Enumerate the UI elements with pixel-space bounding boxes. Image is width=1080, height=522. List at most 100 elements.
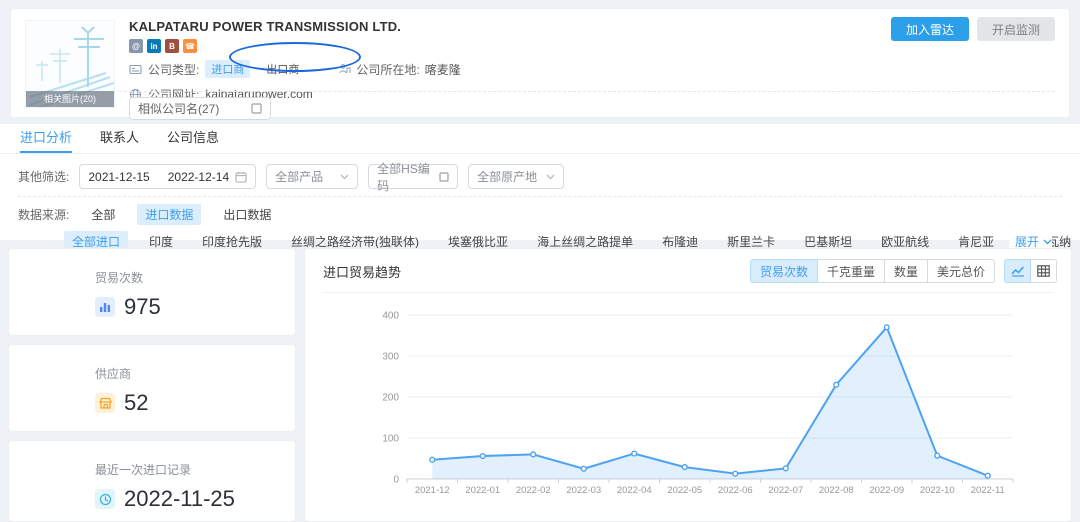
at-icon[interactable]: @ [129,39,143,53]
data-point-2022-10[interactable] [935,453,940,458]
stat-card-trade-count: 贸易次数 975 [8,248,296,336]
svg-text:2022-04: 2022-04 [617,485,652,496]
hs-code-select-value: 全部HS编码 [377,160,433,194]
start-monitor-button[interactable]: 开启监测 [977,17,1055,41]
data-point-2021-12[interactable] [430,457,435,462]
bar-chart-icon [95,297,115,317]
person-building-icon [339,63,351,75]
view-toggle-group [1005,259,1057,283]
company-image[interactable]: 相关图片(20) [25,20,115,108]
data-source-label: 数据来源: [18,206,69,223]
stat-label: 供应商 [95,365,148,382]
window-icon [439,172,449,182]
table-icon [1037,265,1050,277]
svg-text:2022-06: 2022-06 [718,485,753,496]
tab-contacts[interactable]: 联系人 [100,124,139,153]
metric-toggle-group: 贸易次数千克重量数量美元总价 [750,259,995,283]
blog-icon[interactable]: B [165,39,179,53]
data-point-2022-11[interactable] [985,473,990,478]
data-point-2022-09[interactable] [884,325,889,330]
svg-text:400: 400 [382,311,399,322]
related-images-label[interactable]: 相关图片(20) [26,91,114,107]
company-header-card: 相关图片(20) KALPATARU POWER TRANSMISSION LT… [10,8,1070,118]
source-all[interactable]: 全部 [83,204,123,225]
stat-value: 975 [124,294,161,320]
svg-text:2022-11: 2022-11 [971,485,1005,496]
svg-text:2022-09: 2022-09 [869,485,904,496]
source-export-data[interactable]: 出口数据 [215,204,279,225]
chart-title: 进口贸易趋势 [323,262,401,281]
import-trend-card: 进口贸易趋势 贸易次数千克重量数量美元总价 [304,248,1072,522]
company-type-tags: 进口商出口商 [205,60,305,78]
header-divider [119,91,1055,92]
similar-companies-select[interactable]: 相似公司名(27) [129,97,271,120]
header-actions: 加入雷达 开启监测 [891,17,1055,41]
tab-import-analysis[interactable]: 进口分析 [20,124,72,153]
company-type-label: 公司类型: [148,61,199,78]
data-point-2022-02[interactable] [531,452,536,457]
data-point-2022-08[interactable] [834,382,839,387]
data-point-2022-01[interactable] [480,454,485,459]
chart-divider [323,292,1053,293]
trade-trend-chart[interactable]: 01002003004002021-122022-012022-022022-0… [305,295,1071,522]
metric-usd-total[interactable]: 美元总价 [927,259,995,283]
line-chart-icon [1011,265,1025,277]
stat-card-last-import: 最近一次进口记录 2022-11-25 [8,440,296,522]
data-point-2022-04[interactable] [632,451,637,456]
data-point-2022-05[interactable] [682,465,687,470]
company-location-group: 公司所在地: 喀麦隆 [339,61,460,78]
line-chart-view-button[interactable] [1004,259,1031,283]
svg-text:2022-02: 2022-02 [516,485,551,496]
svg-text:0: 0 [393,475,399,486]
hs-code-select[interactable]: 全部HS编码 [368,164,458,189]
date-range-input[interactable]: 2021-12-15 2022-12-14 [79,164,256,189]
source-import-data[interactable]: 进口数据 [137,204,201,225]
chevron-down-icon [340,174,349,180]
add-radar-button[interactable]: 加入雷达 [891,17,969,41]
company-import-analysis-page: 相关图片(20) KALPATARU POWER TRANSMISSION LT… [0,0,1080,522]
tabs-row: 进口分析联系人公司信息 [0,124,1080,154]
stat-value: 52 [124,390,148,416]
data-point-2022-07[interactable] [783,466,788,471]
location-value: 喀麦隆 [425,61,461,78]
date-start: 2021-12-15 [88,170,149,184]
phone-icon[interactable]: ☎ [183,39,197,53]
product-select[interactable]: 全部产品 [266,164,358,189]
svg-text:2022-08: 2022-08 [819,485,854,496]
stat-value: 2022-11-25 [124,486,235,512]
data-point-2022-06[interactable] [733,471,738,476]
metric-kg-weight[interactable]: 千克重量 [817,259,885,283]
data-point-2022-03[interactable] [581,466,586,471]
svg-text:2022-01: 2022-01 [465,485,500,496]
stat-label: 最近一次进口记录 [95,461,235,478]
origin-select[interactable]: 全部原产地 [468,164,564,189]
company-type-importer: 进口商 [205,60,250,78]
svg-text:200: 200 [382,393,399,404]
tabs-filters-section: 进口分析联系人公司信息 其他筛选: 2021-12-15 2022-12-14 … [0,124,1080,240]
svg-text:2022-07: 2022-07 [768,485,803,496]
other-filter-label: 其他筛选: [18,168,69,185]
table-view-button[interactable] [1030,259,1057,283]
linkedin-icon[interactable]: in [147,39,161,53]
data-source-options: 全部进口数据出口数据 [83,204,279,225]
shop-icon [95,393,115,413]
id-card-icon [129,63,142,76]
svg-text:2022-10: 2022-10 [920,485,955,496]
company-name: KALPATARU POWER TRANSMISSION LTD. [129,19,869,34]
calendar-icon [235,171,247,183]
svg-text:2022-03: 2022-03 [566,485,601,496]
window-icon [251,103,262,114]
metric-trade-count[interactable]: 贸易次数 [750,259,818,283]
social-icons-row: @ in B ☎ [129,39,869,53]
metric-quantity[interactable]: 数量 [884,259,928,283]
chevron-down-icon [1043,239,1052,245]
filter-row: 其他筛选: 2021-12-15 2022-12-14 全部产品 [0,154,1080,190]
product-select-value: 全部产品 [275,168,334,185]
date-end: 2022-12-14 [168,170,229,184]
origin-select-value: 全部原产地 [477,168,540,185]
location-label: 公司所在地: [356,61,419,78]
tab-company-info[interactable]: 公司信息 [167,124,219,153]
clock-icon [95,489,115,509]
svg-text:2022-05: 2022-05 [667,485,702,496]
svg-text:100: 100 [382,434,399,445]
